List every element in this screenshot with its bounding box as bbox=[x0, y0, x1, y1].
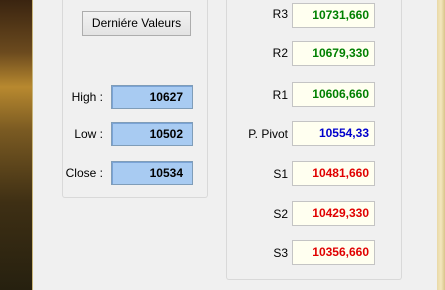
last-values-button[interactable]: Derniére Valeurs bbox=[82, 11, 191, 36]
pivot-point-label: P. Pivot bbox=[248, 127, 288, 141]
r3-label: R3 bbox=[272, 7, 288, 21]
s3-value: 10356,660 bbox=[292, 240, 375, 265]
r1-value: 10606,660 bbox=[292, 82, 375, 107]
low-input[interactable]: 10502 bbox=[111, 122, 193, 146]
s2-value: 10429,330 bbox=[292, 201, 375, 226]
r1-label: R1 bbox=[272, 88, 288, 102]
r2-label: R2 bbox=[272, 46, 288, 60]
close-label: Close : bbox=[65, 166, 103, 180]
s2-label: S2 bbox=[273, 207, 288, 221]
high-label: High : bbox=[71, 90, 103, 104]
high-input[interactable]: 10627 bbox=[111, 85, 193, 109]
window-right-border bbox=[437, 0, 445, 290]
s1-value: 10481,660 bbox=[292, 161, 375, 186]
r2-value: 10679,330 bbox=[292, 41, 375, 66]
s3-label: S3 bbox=[273, 246, 288, 260]
low-label: Low : bbox=[74, 127, 103, 141]
close-input[interactable]: 10534 bbox=[111, 161, 193, 185]
s1-label: S1 bbox=[273, 167, 288, 181]
r3-value: 10731,660 bbox=[292, 3, 375, 28]
pivot-point-value: 10554,33 bbox=[292, 121, 375, 146]
